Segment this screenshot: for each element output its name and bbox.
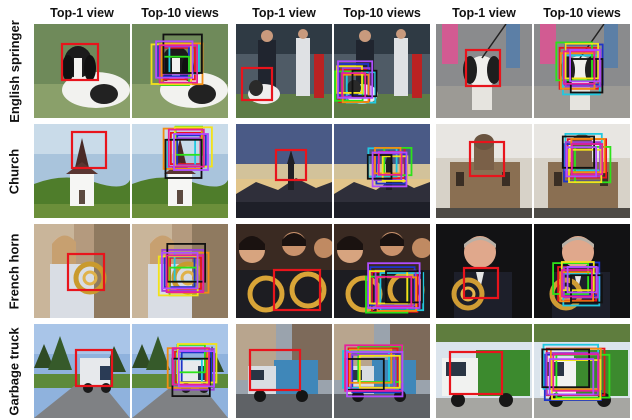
photo-puppy-on-grass (34, 24, 130, 118)
top10-tile-white-chapel (132, 124, 228, 218)
column-header-2: Top-10 views (141, 6, 219, 20)
top10-tile-green-truck (534, 324, 630, 418)
column-header-3: Top-1 view (252, 6, 316, 20)
row-label-4: Garbage truck (0, 324, 28, 418)
top10-tile-dog-on-leash (534, 24, 630, 118)
photo-sunset-hills (236, 124, 332, 218)
row-label-text: French horn (6, 233, 22, 309)
photo-dog-on-leash (534, 24, 630, 118)
column-header-1: Top-1 view (50, 6, 114, 20)
top10-tile-dog-show (334, 24, 430, 118)
column-header-6: Top-10 views (543, 6, 621, 20)
photo-stone-church (436, 124, 532, 218)
top1-tile-truck-on-road (34, 324, 130, 418)
top1-tile-green-truck (436, 324, 532, 418)
top1-tile-man-with-horn (436, 224, 532, 318)
column-header-5: Top-1 view (452, 6, 516, 20)
top1-tile-stone-church (436, 124, 532, 218)
photo-dog-on-leash (436, 24, 532, 118)
top1-tile-city-truck (236, 324, 332, 418)
photo-puppy-on-grass (132, 24, 228, 118)
top1-tile-puppy-on-grass (34, 24, 130, 118)
photo-white-chapel (132, 124, 228, 218)
top10-tile-puppy-on-grass (132, 24, 228, 118)
top1-tile-sunset-hills (236, 124, 332, 218)
photo-green-truck (534, 324, 630, 418)
row-label-text: Church (6, 148, 22, 194)
photo-city-truck (334, 324, 430, 418)
photo-city-truck (236, 324, 332, 418)
top10-tile-horn-section (334, 224, 430, 318)
top1-tile-girl-with-horn (34, 224, 130, 318)
photo-man-with-horn (534, 224, 630, 318)
photo-dog-show (334, 24, 430, 118)
photo-green-truck (436, 324, 532, 418)
row-label-text: English springer (6, 19, 22, 123)
top10-tile-sunset-hills (334, 124, 430, 218)
row-label-2: Church (0, 124, 28, 218)
top10-tile-truck-on-road (132, 324, 228, 418)
photo-girl-with-horn (34, 224, 130, 318)
photo-man-with-horn (436, 224, 532, 318)
row-label-text: Garbage truck (6, 326, 22, 416)
top10-tile-man-with-horn (534, 224, 630, 318)
top1-tile-dog-show (236, 24, 332, 118)
column-header-4: Top-10 views (343, 6, 421, 20)
photo-horn-section (236, 224, 332, 318)
row-label-1: English springer (0, 20, 28, 123)
photo-truck-on-road (34, 324, 130, 418)
top10-tile-stone-church (534, 124, 630, 218)
photo-truck-on-road (132, 324, 228, 418)
photo-horn-section (334, 224, 430, 318)
top10-tile-city-truck (334, 324, 430, 418)
photo-white-chapel (34, 124, 130, 218)
top1-tile-white-chapel (34, 124, 130, 218)
photo-stone-church (534, 124, 630, 218)
photo-dog-show (236, 24, 332, 118)
photo-girl-with-horn (132, 224, 228, 318)
photo-sunset-hills (334, 124, 430, 218)
row-label-3: French horn (0, 224, 28, 318)
top1-tile-dog-on-leash (436, 24, 532, 118)
top10-tile-girl-with-horn (132, 224, 228, 318)
top1-tile-horn-section (236, 224, 332, 318)
